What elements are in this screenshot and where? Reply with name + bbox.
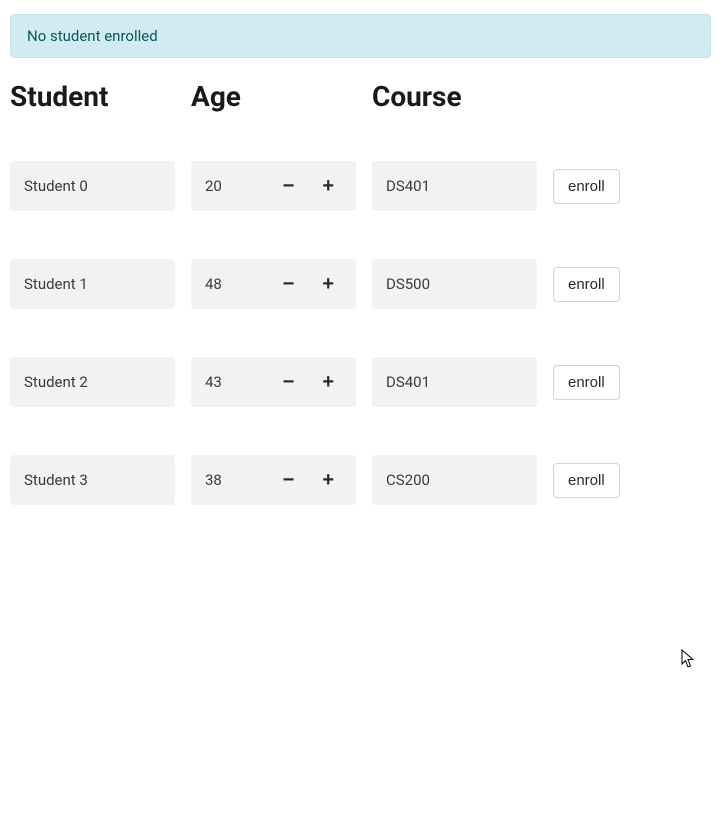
age-increment-button[interactable]: + [322,274,334,294]
enroll-button[interactable]: enroll [553,267,620,302]
student-name-cell: Student 3 [10,455,175,505]
header-student: Student [10,80,175,113]
age-increment-button[interactable]: + [322,176,334,196]
header-row: Student Age Course [10,80,711,113]
age-controls: − + [283,274,334,294]
student-name: Student 0 [24,177,88,195]
age-value: 20 [205,177,222,195]
age-decrement-button[interactable]: − [283,176,295,196]
student-row: Student 3 38 − + CS200 enroll [10,455,711,505]
age-stepper: 48 − + [191,259,356,309]
age-stepper: 38 − + [191,455,356,505]
student-name-cell: Student 0 [10,161,175,211]
age-value: 38 [205,471,222,489]
student-name: Student 3 [24,471,88,489]
age-increment-button[interactable]: + [322,470,334,490]
course-name: DS401 [386,177,430,195]
age-stepper: 20 − + [191,161,356,211]
student-row: Student 2 43 − + DS401 enroll [10,357,711,407]
student-list: Student 0 20 − + DS401 enroll Student 1 … [10,161,711,505]
age-decrement-button[interactable]: − [283,470,295,490]
student-name-cell: Student 2 [10,357,175,407]
mouse-cursor-icon [681,649,695,669]
course-cell: DS401 [372,161,537,211]
age-increment-button[interactable]: + [322,372,334,392]
age-value: 48 [205,275,222,293]
course-name: DS500 [386,275,430,293]
alert-text: No student enrolled [27,27,158,45]
student-name: Student 2 [24,373,88,391]
student-name-cell: Student 1 [10,259,175,309]
age-controls: − + [283,372,334,392]
course-cell: DS500 [372,259,537,309]
age-decrement-button[interactable]: − [283,372,295,392]
header-course: Course [372,80,537,113]
student-row: Student 0 20 − + DS401 enroll [10,161,711,211]
alert-no-enrolled: No student enrolled [10,14,711,58]
course-name: CS200 [386,471,430,489]
enroll-button[interactable]: enroll [553,463,620,498]
age-controls: − + [283,470,334,490]
age-value: 43 [205,373,222,391]
course-cell: DS401 [372,357,537,407]
enroll-button[interactable]: enroll [553,169,620,204]
enroll-button[interactable]: enroll [553,365,620,400]
header-age: Age [191,80,356,113]
student-name: Student 1 [24,275,88,293]
course-name: DS401 [386,373,430,391]
course-cell: CS200 [372,455,537,505]
age-controls: − + [283,176,334,196]
student-row: Student 1 48 − + DS500 enroll [10,259,711,309]
age-decrement-button[interactable]: − [283,274,295,294]
age-stepper: 43 − + [191,357,356,407]
